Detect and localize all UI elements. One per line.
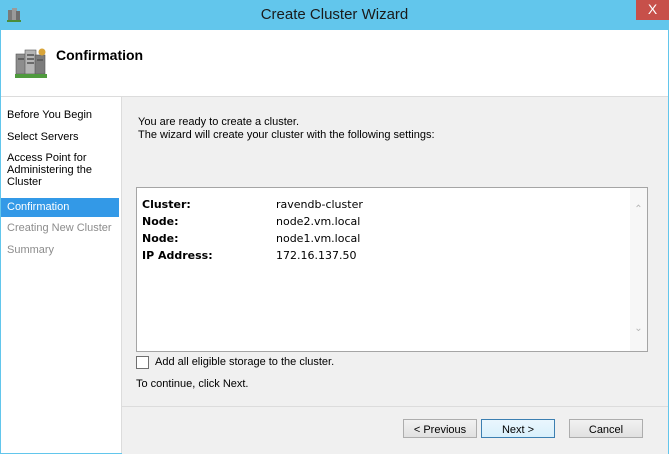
wizard-steps-nav: Before You Begin Select Servers Access P… [1,97,122,453]
wizard-window: Create Cluster Wizard X Confirmation Bef… [0,0,669,454]
nav-item-before-you-begin[interactable]: Before You Begin [1,109,119,121]
settings-table: Cluster: ravendb-cluster Node: node2.vm.… [142,196,363,264]
intro-line-1: You are ready to create a cluster. [138,116,300,128]
wizard-client: Confirmation Before You Begin Select Ser… [1,30,668,454]
page-title: Confirmation [56,47,144,63]
cancel-button[interactable]: Cancel [569,419,643,438]
settings-key: Cluster: [142,198,191,211]
settings-value: 172.16.137.50 [276,249,357,262]
wizard-header: Confirmation [1,30,668,97]
wizard-footer: < Previous Next > Cancel [122,406,668,454]
storage-checkbox[interactable] [136,356,149,369]
scroll-down-icon[interactable]: ⌄ [633,323,644,334]
window-title: Create Cluster Wizard [260,6,409,23]
settings-key: Node: [142,232,179,245]
settings-value: node1.vm.local [276,232,361,245]
settings-scrollbar[interactable]: ⌃ ⌄ [630,188,647,351]
scroll-up-icon[interactable]: ⌃ [633,204,644,215]
next-button[interactable]: Next > [481,419,555,438]
nav-item-confirmation[interactable]: Confirmation [1,198,119,217]
settings-key: IP Address: [142,249,213,262]
close-icon: X [647,1,658,17]
previous-button[interactable]: < Previous [403,419,477,438]
settings-summary-box[interactable]: Cluster: ravendb-cluster Node: node2.vm.… [136,187,648,352]
settings-value: node2.vm.local [276,215,361,228]
nav-item-creating-new-cluster: Creating New Cluster [7,222,112,234]
close-button[interactable]: X [636,0,669,20]
settings-key: Node: [142,215,179,228]
wizard-content: You are ready to create a cluster. The w… [122,97,668,406]
cluster-servers-icon [13,45,49,81]
intro-line-2: The wizard will create your cluster with… [138,129,435,141]
settings-value: ravendb-cluster [276,198,363,211]
title-bar[interactable]: Create Cluster Wizard X [0,0,669,30]
nav-item-access-point[interactable]: Access Point for Administering the Clust… [1,152,119,188]
settings-row: Cluster: ravendb-cluster [142,196,363,213]
continue-hint: To continue, click Next. [136,378,249,390]
settings-row: Node: node1.vm.local [142,230,363,247]
settings-row: IP Address: 172.16.137.50 [142,247,363,264]
nav-item-select-servers[interactable]: Select Servers [1,131,119,143]
settings-row: Node: node2.vm.local [142,213,363,230]
storage-checkbox-label[interactable]: Add all eligible storage to the cluster. [155,356,334,369]
nav-item-summary: Summary [7,244,55,256]
